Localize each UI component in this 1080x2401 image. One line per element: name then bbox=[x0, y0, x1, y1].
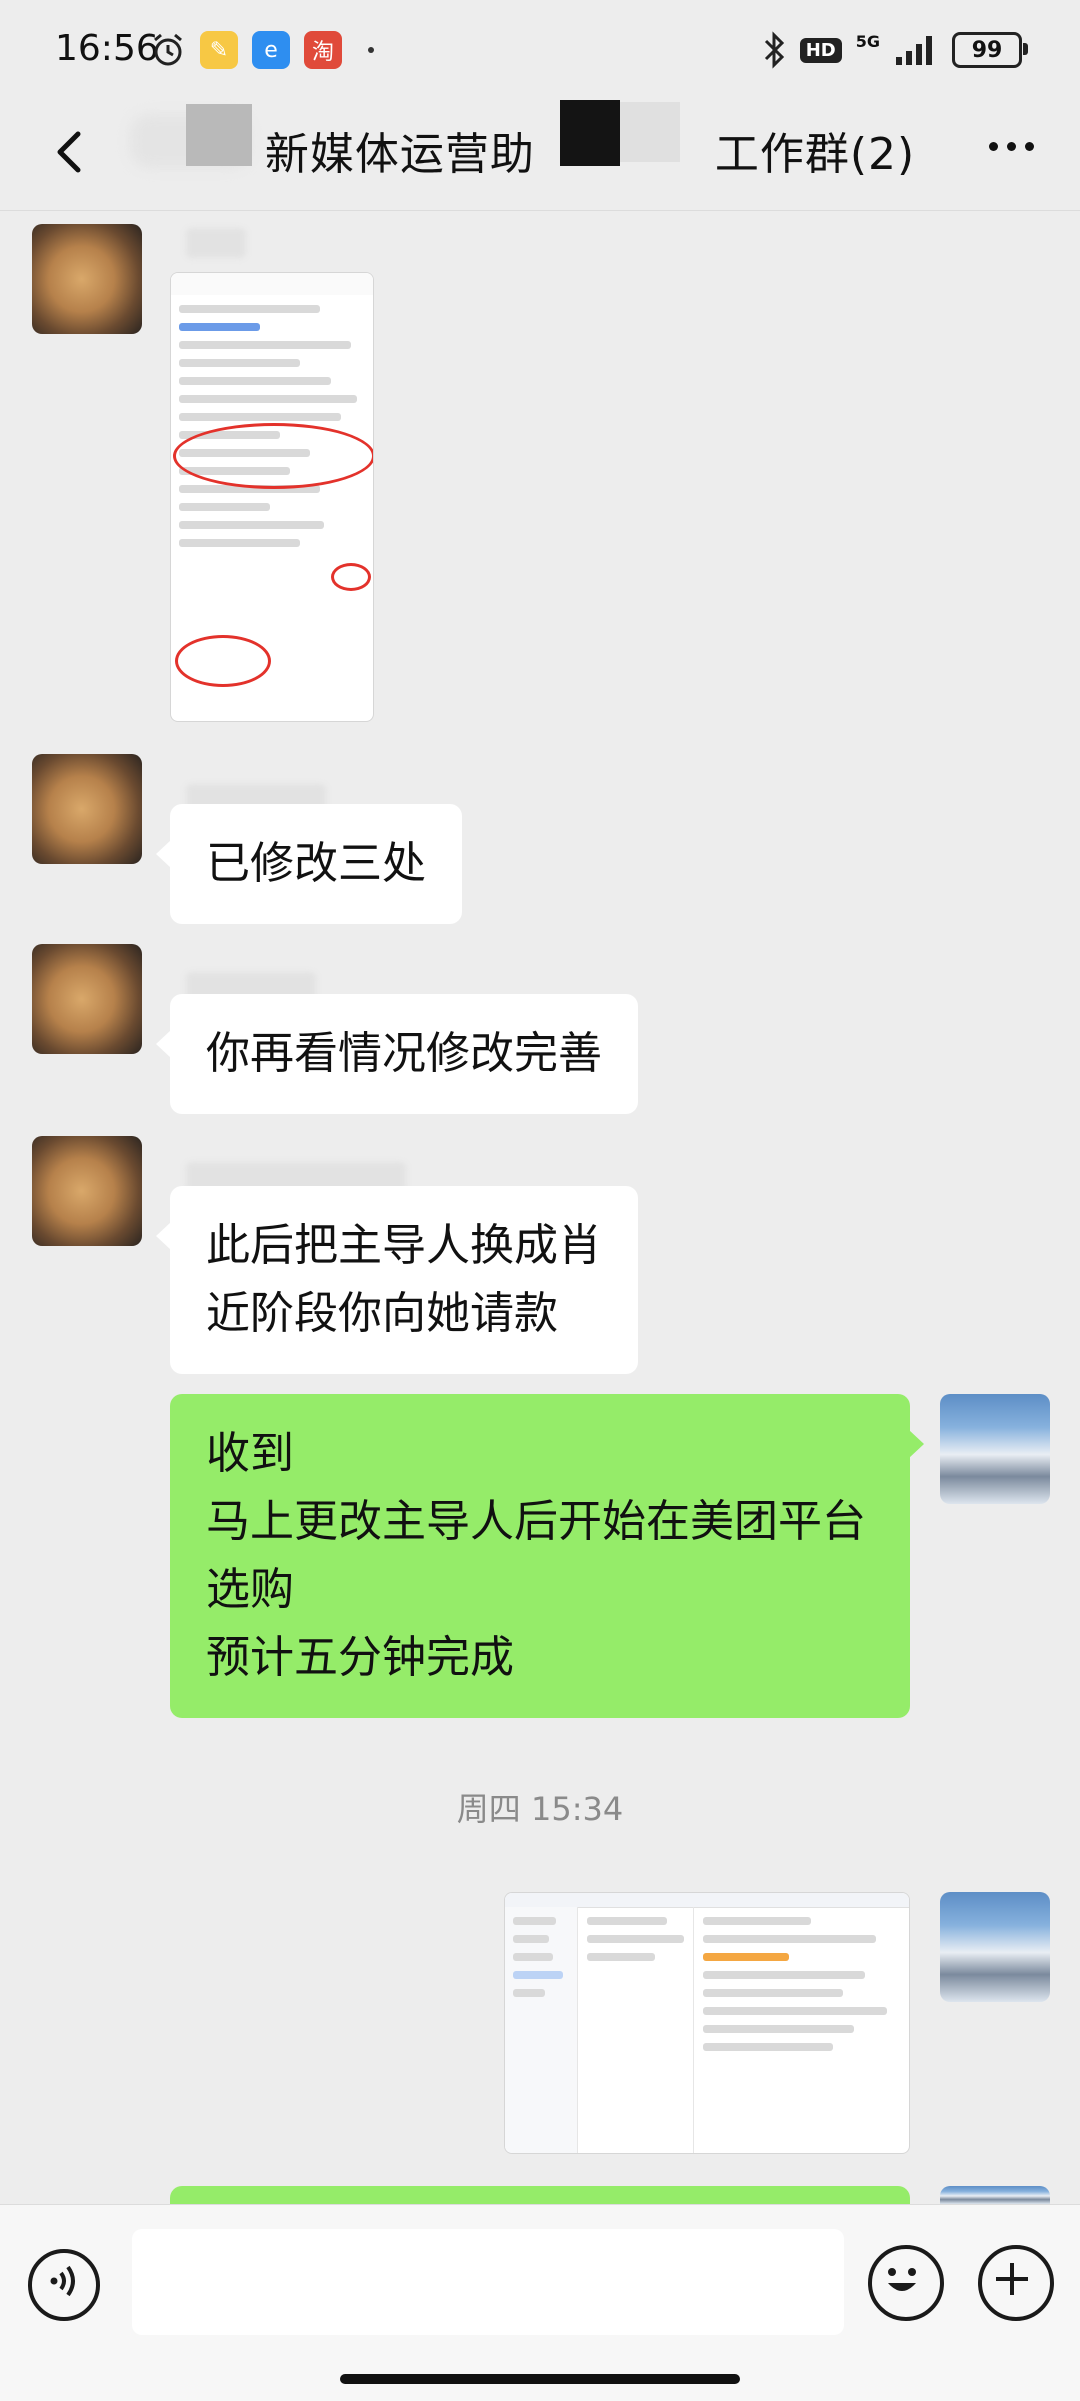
avatar[interactable] bbox=[32, 754, 142, 864]
message-text: 已修改三处 bbox=[206, 838, 426, 889]
message-text-line: 选购 bbox=[206, 1564, 294, 1615]
my-message-bubble[interactable]: 收到 马上更改主导人后开始在美团平台 选购 预计五分钟完成 bbox=[170, 1394, 924, 1718]
my-avatar[interactable] bbox=[940, 2186, 1050, 2204]
message-bubble[interactable]: 此后把主导人换成肖 近阶段你向她请款 bbox=[156, 1186, 638, 1374]
message-text-line: 预计五分钟完成 bbox=[206, 1632, 514, 1683]
redaction-block bbox=[620, 102, 680, 162]
shopping-notification-icon: 淘 bbox=[304, 31, 342, 69]
more-icon[interactable] bbox=[989, 142, 1034, 151]
status-icons-right: HD 5G 99 bbox=[762, 28, 1028, 72]
plus-icon[interactable] bbox=[978, 2245, 1054, 2321]
hd-badge: HD bbox=[799, 37, 842, 63]
annotation-circle bbox=[331, 563, 371, 591]
sender-name-blur bbox=[186, 228, 246, 258]
avatar[interactable] bbox=[32, 224, 142, 334]
status-icons-left: ✎ e 淘 bbox=[150, 28, 374, 72]
chat-title-part2: 工作群(2) bbox=[714, 129, 916, 180]
annotation-circle bbox=[173, 423, 373, 489]
my-message-bubble-partial[interactable] bbox=[170, 2186, 910, 2204]
status-time: 16:56 bbox=[55, 28, 159, 69]
message-text: 你再看情况修改完善 bbox=[206, 1028, 602, 1079]
alarm-icon bbox=[154, 33, 182, 66]
signal-icon bbox=[896, 36, 932, 65]
image-message-desktop-screenshot[interactable] bbox=[504, 1892, 910, 2154]
my-avatar[interactable] bbox=[940, 1892, 1050, 2002]
more-notifications-dot bbox=[368, 47, 374, 53]
redaction-block bbox=[186, 104, 252, 166]
message-input[interactable] bbox=[132, 2229, 844, 2335]
redaction-block bbox=[560, 100, 620, 166]
battery-level: 99 bbox=[971, 37, 1003, 63]
annotation-circle bbox=[175, 635, 271, 687]
chat-title-part1: 新媒体运营助 bbox=[264, 129, 535, 180]
message-text-line: 近阶段你向她请款 bbox=[206, 1288, 558, 1339]
avatar[interactable] bbox=[32, 944, 142, 1054]
network-type: 5G bbox=[855, 31, 880, 51]
bluetooth-icon bbox=[764, 31, 784, 69]
battery-icon: 99 bbox=[952, 32, 1028, 68]
browser-notification-icon: e bbox=[252, 31, 290, 69]
chat-input-bar bbox=[0, 2204, 1080, 2401]
message-bubble[interactable]: 已修改三处 bbox=[156, 804, 462, 924]
message-text-line: 马上更改主导人后开始在美团平台 bbox=[206, 1496, 866, 1547]
image-message-phone-screenshot[interactable] bbox=[170, 272, 374, 722]
emoji-icon[interactable] bbox=[868, 2245, 944, 2321]
message-bubble[interactable]: 你再看情况修改完善 bbox=[156, 994, 638, 1114]
chat-timestamp: 周四 15:34 bbox=[456, 1790, 624, 1828]
avatar[interactable] bbox=[32, 1136, 142, 1246]
status-bar: 16:56 ✎ e 淘 HD 5G 99 bbox=[0, 0, 1080, 100]
message-text-line: 收到 bbox=[206, 1428, 294, 1479]
my-avatar[interactable] bbox=[940, 1394, 1050, 1504]
home-indicator[interactable] bbox=[340, 2374, 740, 2384]
message-text-line: 此后把主导人换成肖 bbox=[206, 1220, 602, 1271]
app-notification-icon: ✎ bbox=[200, 31, 238, 69]
voice-icon[interactable] bbox=[28, 2249, 100, 2321]
